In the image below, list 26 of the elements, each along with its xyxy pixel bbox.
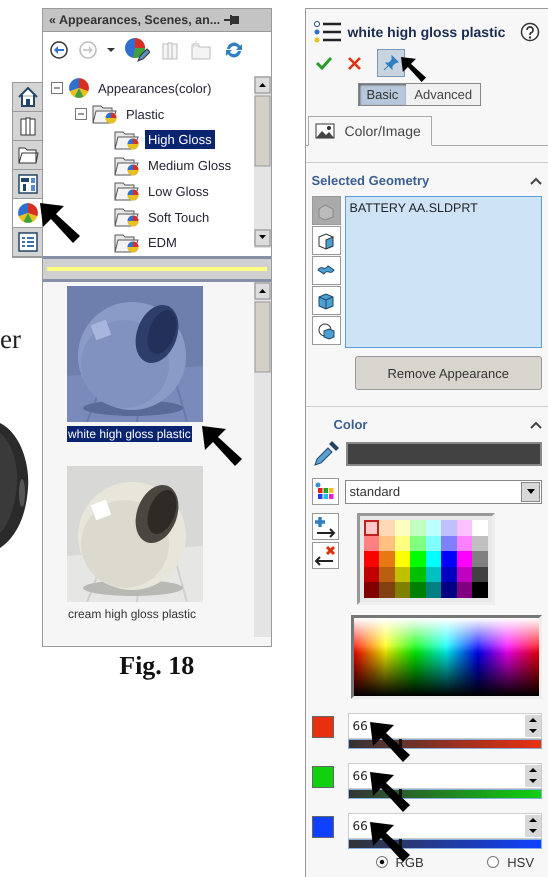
tree-item[interactable]: Medium Gloss [145, 156, 234, 176]
remove-appearance-button[interactable]: Remove Appearance [354, 356, 542, 390]
section-title: Color [332, 417, 368, 432]
mode-toggle[interactable]: Basic [358, 84, 406, 105]
tree-item[interactable]: Soft Touch [145, 208, 212, 227]
panel-title: « Appearances, Scenes, an... [49, 13, 220, 28]
section-title: Selected Geometry [312, 173, 430, 188]
mode-toggle[interactable]: Advanced [406, 84, 480, 105]
value-field[interactable]: 66 [348, 712, 542, 738]
figure-caption: Fig. 18 [119, 651, 194, 681]
body-text: er [0, 326, 22, 353]
tree-item[interactable]: Plastic [123, 104, 168, 124]
thumbnail-label[interactable]: white high gloss plastic [67, 426, 192, 442]
list-item[interactable]: BATTERY AA.SLDPRT [350, 201, 537, 215]
tree-item[interactable]: Low Gloss [145, 182, 212, 201]
palette-dropdown[interactable]: standard [344, 480, 542, 504]
tree-item[interactable]: EDM [145, 233, 180, 252]
value-field[interactable]: 66 [348, 762, 542, 788]
tree-item[interactable]: High Gloss [145, 130, 215, 150]
tab[interactable]: Color/Image [308, 116, 432, 146]
thumbnail-label[interactable]: cream high gloss plastic [67, 606, 198, 622]
radio-option[interactable]: HSV [487, 854, 534, 870]
panel-title: white high gloss plastic [348, 24, 506, 40]
tree-item[interactable]: Appearances(color) [95, 78, 214, 98]
selection-list[interactable]: BATTERY AA.SLDPRT [344, 196, 542, 348]
value-field[interactable]: 66 [348, 812, 542, 838]
